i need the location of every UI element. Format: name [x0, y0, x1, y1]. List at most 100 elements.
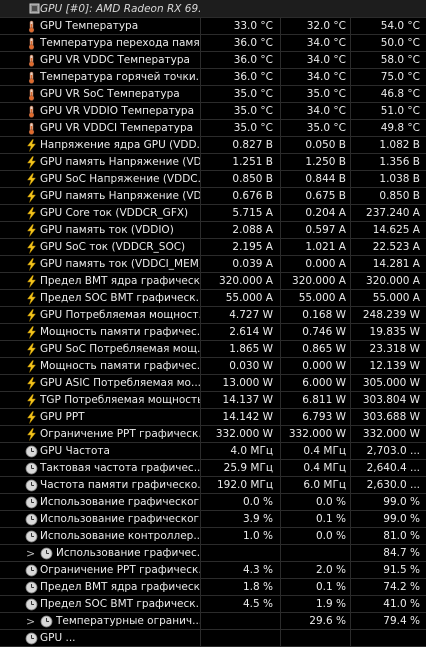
sensor-row[interactable]: Ограничение PPT графическ... 332.000 W 3…	[0, 426, 426, 443]
sensor-current-value: 4.0 МГц	[200, 443, 280, 459]
sensor-current-value: 36.0 °C	[200, 69, 280, 85]
sensor-row[interactable]: GPU SoC Потребляемая мощ... 1.865 W 0.86…	[0, 341, 426, 358]
sensor-min-value: 0.4 МГц	[280, 460, 350, 476]
sensor-current-value: 14.142 W	[200, 409, 280, 425]
sensor-row[interactable]: GPU ...	[0, 630, 426, 647]
expand-chevron-icon[interactable]: >	[26, 545, 36, 562]
sensor-label: GPU VR VDDC Температура	[40, 54, 190, 66]
sensor-row[interactable]: > Температурные огранич... 29.6 % 79.4 %	[0, 613, 426, 630]
sensor-row[interactable]: Мощность памяти графичес... 2.614 W 0.74…	[0, 324, 426, 341]
sensor-current-value: 14.137 W	[200, 392, 280, 408]
clock-icon	[25, 564, 38, 577]
sensor-label: Использование графическог...	[40, 513, 200, 525]
sensor-row[interactable]: GPU SoC Напряжение (VDDC... 0.850 В 0.84…	[0, 171, 426, 188]
clock-icon	[25, 445, 38, 458]
sensor-min-value: 1.021 A	[280, 239, 350, 255]
sensor-current-value: 5.715 A	[200, 205, 280, 221]
sensor-row[interactable]: GPU VR VDDIO Температура 35.0 °C 34.0 °C…	[0, 103, 426, 120]
clock-icon	[25, 513, 38, 526]
sensor-rows: GPU Температура 33.0 °C 32.0 °C 54.0 °C …	[0, 18, 426, 647]
sensor-current-value	[200, 613, 280, 629]
sensor-row[interactable]: Мощность памяти графичес... 0.030 W 0.00…	[0, 358, 426, 375]
sensor-row[interactable]: GPU SoC ток (VDDCR_SOC) 2.195 A 1.021 A …	[0, 239, 426, 256]
gpu-group-header[interactable]: GPU [#0]: AMD Radeon RX 69...	[0, 0, 426, 18]
sensor-row[interactable]: > Использование графичес... 84.7 %	[0, 545, 426, 562]
sensor-row[interactable]: GPU Потребляемая мощност... 4.727 W 0.16…	[0, 307, 426, 324]
sensor-min-value: 2.0 %	[280, 562, 350, 578]
sensor-current-value: 0.039 A	[200, 256, 280, 272]
sensor-row[interactable]: Предел BMT ядра графическ... 1.8 % 0.1 %…	[0, 579, 426, 596]
sensor-max-value: 99.0 %	[350, 511, 426, 527]
sensor-label: Температура горячей точки...	[40, 71, 200, 83]
sensor-row[interactable]: GPU Частота 4.0 МГц 0.4 МГц 2,703.0 ...	[0, 443, 426, 460]
sensor-current-value: 2.088 A	[200, 222, 280, 238]
sensor-current-value: 2.614 W	[200, 324, 280, 340]
sensor-max-value: 91.5 %	[350, 562, 426, 578]
sensor-row[interactable]: GPU память Напряжение (VD... 1.251 В 1.2…	[0, 154, 426, 171]
sensor-row[interactable]: GPU память ток (VDDIO) 2.088 A 0.597 A 1…	[0, 222, 426, 239]
sensor-current-value: 35.0 °C	[200, 103, 280, 119]
sensor-row[interactable]: GPU VR VDDCI Температура 35.0 °C 35.0 °C…	[0, 120, 426, 137]
sensor-max-value: 50.0 °C	[350, 35, 426, 51]
sensor-row[interactable]: TGP Потребляемая мощность 14.137 W 6.811…	[0, 392, 426, 409]
lightning-bolt-icon	[25, 190, 38, 203]
lightning-bolt-icon	[25, 360, 38, 373]
sensor-current-value: 13.000 W	[200, 375, 280, 391]
sensor-row[interactable]: Предел BMT ядра графическ... 320.000 A 3…	[0, 273, 426, 290]
sensor-max-value: 320.000 A	[350, 273, 426, 289]
lightning-bolt-icon	[25, 224, 38, 237]
sensor-row[interactable]: Использование графическог... 3.9 % 0.1 %…	[0, 511, 426, 528]
sensor-row[interactable]: GPU VR SoC Температура 35.0 °C 35.0 °C 4…	[0, 86, 426, 103]
sensor-label: GPU память ток (VDDIO)	[40, 224, 174, 236]
sensor-min-value: 34.0 °C	[280, 69, 350, 85]
sensor-label: GPU SoC Напряжение (VDDC...	[40, 173, 200, 185]
sensor-max-value: 237.240 A	[350, 205, 426, 221]
sensor-row[interactable]: Частота памяти графическо... 192.0 МГц 6…	[0, 477, 426, 494]
sensor-current-value: 35.0 °C	[200, 86, 280, 102]
sensor-max-value: 2,640.4 ...	[350, 460, 426, 476]
sensor-label: GPU память Напряжение (VD...	[40, 190, 200, 202]
sensor-min-value: 0.204 A	[280, 205, 350, 221]
sensor-current-value: 36.0 °C	[200, 52, 280, 68]
sensor-label: Использование контроллер...	[40, 530, 200, 542]
sensor-label: GPU SoC ток (VDDCR_SOC)	[40, 241, 186, 253]
sensor-label: Ограничение PPT графическ...	[40, 428, 200, 440]
sensor-min-value: 0.0 %	[280, 528, 350, 544]
sensor-current-value: 55.000 A	[200, 290, 280, 306]
sensor-max-value: 99.0 %	[350, 494, 426, 510]
thermometer-icon	[25, 105, 38, 118]
expand-chevron-icon[interactable]: >	[26, 613, 36, 630]
clock-icon	[25, 496, 38, 509]
sensor-row[interactable]: GPU PPT 14.142 W 6.793 W 303.688 W	[0, 409, 426, 426]
sensor-max-value: 84.7 %	[350, 545, 426, 561]
sensor-max-value: 332.000 W	[350, 426, 426, 442]
sensor-row[interactable]: Предел SOC BMT графическ... 4.5 % 1.9 % …	[0, 596, 426, 613]
sensor-row[interactable]: GPU память ток (VDDCI_MEM) 0.039 A 0.000…	[0, 256, 426, 273]
sensor-row[interactable]: Напряжение ядра GPU (VDD... 0.827 В 0.05…	[0, 137, 426, 154]
sensor-row[interactable]: Использование контроллер... 1.0 % 0.0 % …	[0, 528, 426, 545]
sensor-row[interactable]: Использование графическог... 0.0 % 0.0 %…	[0, 494, 426, 511]
lightning-bolt-icon	[25, 343, 38, 356]
sensor-row[interactable]: Температура горячей точки... 36.0 °C 34.…	[0, 69, 426, 86]
sensor-row[interactable]: Ограничение PPT графическ... 4.3 % 2.0 %…	[0, 562, 426, 579]
sensor-min-value: 1.9 %	[280, 596, 350, 612]
sensor-max-value: 1.082 В	[350, 137, 426, 153]
sensor-max-value: 2,630.0 ...	[350, 477, 426, 493]
sensor-current-value: 33.0 °C	[200, 18, 280, 34]
sensor-row[interactable]: GPU Температура 33.0 °C 32.0 °C 54.0 °C	[0, 18, 426, 35]
sensor-row[interactable]: Предел SOC BMT графическ... 55.000 A 55.…	[0, 290, 426, 307]
thermometer-icon	[25, 37, 38, 50]
sensor-current-value	[200, 545, 280, 561]
sensor-row[interactable]: GPU память Напряжение (VD... 0.676 В 0.6…	[0, 188, 426, 205]
sensor-max-value: 12.139 W	[350, 358, 426, 374]
sensor-label: GPU PPT	[40, 411, 85, 423]
sensor-row[interactable]: Температура перехода памя... 36.0 °C 34.…	[0, 35, 426, 52]
sensor-row[interactable]: GPU VR VDDC Температура 36.0 °C 34.0 °C …	[0, 52, 426, 69]
sensor-row[interactable]: GPU Core ток (VDDCR_GFX) 5.715 A 0.204 A…	[0, 205, 426, 222]
sensor-row[interactable]: Тактовая частота графичес... 25.9 МГц 0.…	[0, 460, 426, 477]
sensor-max-value: 303.804 W	[350, 392, 426, 408]
sensor-row[interactable]: GPU ASIC Потребляемая мо... 13.000 W 6.0…	[0, 375, 426, 392]
sensor-max-value: 41.0 %	[350, 596, 426, 612]
sensor-min-value: 320.000 A	[280, 273, 350, 289]
sensor-min-value: 0.1 %	[280, 511, 350, 527]
